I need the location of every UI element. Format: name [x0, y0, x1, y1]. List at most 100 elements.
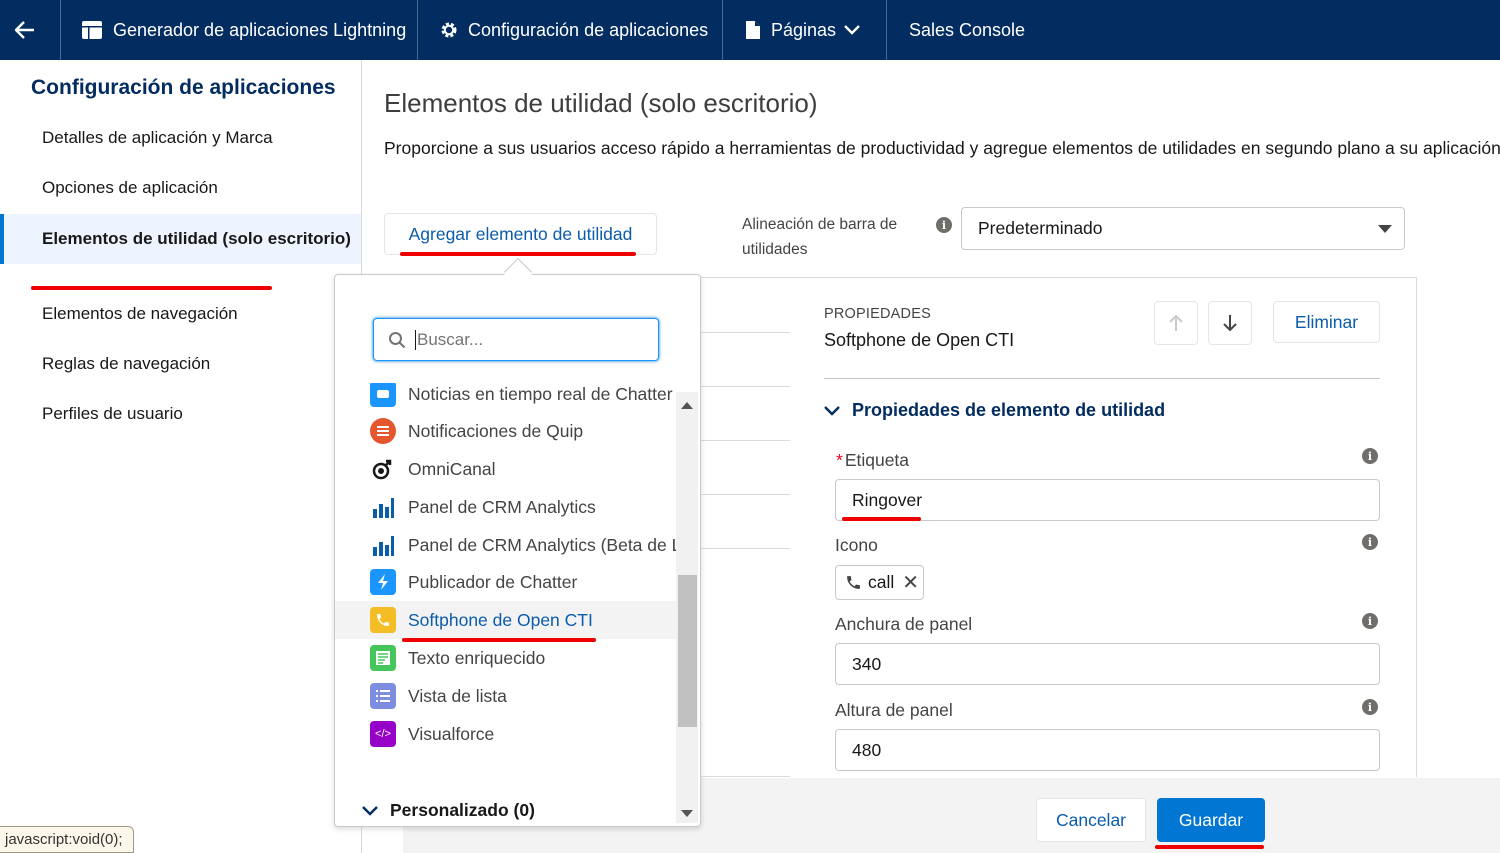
divider: [722, 0, 723, 60]
arrow-down-icon: [1223, 315, 1237, 332]
list-divider: [700, 386, 791, 387]
annotation-underline: [400, 252, 636, 256]
panel-width-input[interactable]: 340: [835, 643, 1380, 685]
info-icon[interactable]: i: [1362, 448, 1378, 464]
sidebar-item-app-details[interactable]: Detalles de aplicación y Marca: [0, 128, 361, 148]
list-item-list-view[interactable]: Vista de lista: [335, 677, 676, 715]
list-item-crm-analytics-dashboard-beta[interactable]: Panel de CRM Analytics (Beta de L: [335, 526, 676, 564]
list-divider: [700, 332, 791, 333]
alignment-value: Predeterminado: [978, 218, 1103, 238]
back-button[interactable]: [0, 0, 60, 60]
list-item-label: Panel de CRM Analytics: [408, 496, 596, 517]
dashboard-icon: [370, 532, 396, 558]
info-icon[interactable]: i: [1362, 613, 1378, 629]
info-icon[interactable]: i: [1362, 534, 1378, 550]
delete-button[interactable]: Eliminar: [1273, 301, 1380, 343]
search-input[interactable]: Buscar...: [373, 318, 659, 361]
list-item-visualforce[interactable]: </> Visualforce: [335, 715, 676, 753]
call-icon: [370, 607, 396, 633]
utility-bar-alignment-label: Alineación de barra de utilidades: [742, 216, 898, 258]
list-divider: [700, 440, 791, 441]
list-view-icon: [370, 683, 396, 709]
search-placeholder: Buscar...: [417, 329, 484, 349]
settings-sidebar: Configuración de aplicaciones Detalles d…: [0, 60, 362, 853]
label-field-label: * Etiqueta: [835, 450, 909, 471]
list-item-label: Softphone de Open CTI: [408, 609, 593, 630]
app-builder-label: Generador de aplicaciones Lightning: [113, 19, 407, 40]
app-header: Generador de aplicaciones Lightning Conf…: [0, 0, 1500, 60]
list-item-label: Visualforce: [408, 723, 495, 744]
app-name: Sales Console: [909, 0, 1025, 60]
list-item-crm-analytics-dashboard[interactable]: Panel de CRM Analytics: [335, 488, 676, 526]
gear-icon: [441, 22, 457, 38]
move-down-button[interactable]: [1208, 301, 1252, 345]
info-icon[interactable]: i: [936, 217, 952, 233]
panel-width-label: Anchura de panel: [835, 614, 973, 634]
chatter-feed-icon: [370, 383, 396, 407]
quip-icon: [370, 418, 396, 444]
utility-properties-section[interactable]: Propiedades de elemento de utilidad: [824, 400, 1165, 421]
annotation-underline: [842, 517, 921, 521]
info-icon[interactable]: i: [1362, 699, 1378, 715]
cancel-button[interactable]: Cancelar: [1036, 798, 1146, 842]
label-field-text: Etiqueta: [844, 450, 910, 470]
list-item-quip-notifications[interactable]: Notificaciones de Quip: [335, 412, 676, 450]
pages-menu[interactable]: Páginas: [745, 0, 860, 60]
app-settings-label: Configuración de aplicaciones: [468, 19, 709, 40]
utility-bar-alignment-select[interactable]: Predeterminado: [961, 207, 1405, 250]
status-bar: javascript:void(0);: [0, 826, 134, 853]
remove-icon[interactable]: ✕: [902, 570, 919, 595]
list-divider: [700, 548, 791, 549]
move-up-button[interactable]: [1154, 301, 1198, 345]
divider: [886, 0, 887, 60]
omni-channel-icon: [370, 456, 396, 482]
group-label: Personalizado (0): [390, 800, 535, 820]
phone-icon: [847, 576, 860, 589]
sidebar-item-utility-items[interactable]: Elementos de utilidad (solo escritorio): [0, 214, 361, 264]
icon-value: call: [868, 572, 895, 592]
icon-field-label: Icono: [835, 535, 878, 555]
sidebar-item-app-options[interactable]: Opciones de aplicación: [0, 178, 361, 198]
list-item-label: Notificaciones de Quip: [408, 420, 584, 441]
dashboard-icon: [370, 494, 396, 520]
app-name-label: Sales Console: [909, 19, 1026, 40]
list-item-label: Panel de CRM Analytics (Beta de L: [408, 534, 676, 555]
panel-height-input[interactable]: 480: [835, 729, 1380, 771]
rich-text-icon: [370, 645, 396, 671]
dropdown-caret-icon: [1378, 225, 1392, 233]
save-button[interactable]: Guardar: [1157, 798, 1265, 842]
app-settings-tab[interactable]: Configuración de aplicaciones: [440, 0, 708, 60]
list-item-omni-channel[interactable]: OmniCanal: [335, 450, 676, 488]
text-cursor: [415, 329, 416, 350]
icon-pill[interactable]: call ✕: [835, 565, 924, 600]
list-item-chatter-feed[interactable]: Noticias en tiempo real de Chatter: [335, 383, 676, 413]
chevron-down-icon: [362, 805, 378, 816]
sidebar-item-navigation-items[interactable]: Elementos de navegación: [0, 304, 361, 324]
list-item-rich-text[interactable]: Texto enriquecido: [335, 639, 676, 677]
page-icon: [746, 21, 760, 39]
properties-eyebrow: PROPIEDADES: [824, 306, 931, 322]
label-input[interactable]: Ringover: [835, 479, 1380, 521]
sidebar-title: Configuración de aplicaciones: [31, 76, 336, 99]
annotation-underline: [1155, 845, 1264, 849]
list-item-label: Vista de lista: [408, 685, 507, 706]
search-icon: [389, 331, 406, 348]
divider: [60, 0, 61, 60]
app-builder-title: Generador de aplicaciones Lightning: [81, 0, 406, 60]
add-utility-item-button[interactable]: Agregar elemento de utilidad: [384, 213, 657, 255]
list-item-label: Texto enriquecido: [408, 647, 546, 668]
visualforce-icon: </>: [370, 721, 396, 747]
sidebar-item-navigation-rules[interactable]: Reglas de navegación: [0, 354, 361, 374]
list-item-chatter-publisher[interactable]: Publicador de Chatter: [335, 563, 676, 601]
chatter-publisher-icon: [370, 569, 396, 595]
custom-group-header[interactable]: Personalizado (0): [362, 800, 535, 821]
scrollbar-thumb[interactable]: [678, 575, 697, 727]
sidebar-item-user-profiles[interactable]: Perfiles de usuario: [0, 404, 361, 424]
list-item-open-cti-softphone[interactable]: Softphone de Open CTI: [335, 601, 676, 639]
section-title: Propiedades de elemento de utilidad: [852, 400, 1166, 420]
properties-item-name: Softphone de Open CTI: [824, 330, 1015, 350]
annotation-underline: [31, 286, 272, 290]
scroll-down-arrow[interactable]: [681, 810, 693, 817]
scroll-up-arrow[interactable]: [681, 402, 693, 409]
page-title: Elementos de utilidad (solo escritorio): [384, 88, 818, 118]
